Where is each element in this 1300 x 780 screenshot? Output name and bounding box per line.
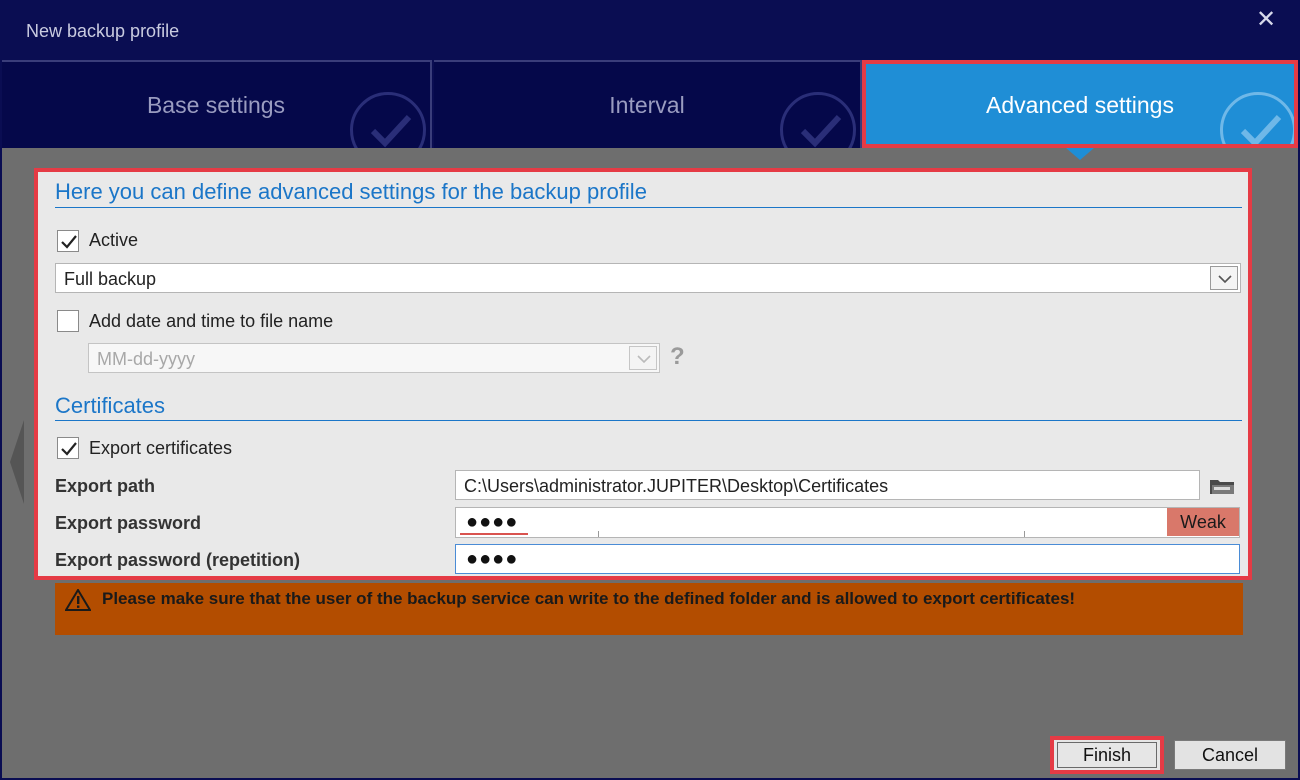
add-date-label: Add date and time to file name — [89, 311, 334, 331]
export-password-repeat-label: Export password (repetition) — [55, 550, 301, 570]
export-certificates-label: Export certificates — [89, 438, 233, 458]
password-mask: ●●●● — [466, 548, 519, 570]
backup-type-value: Full backup — [64, 269, 157, 289]
window-title: New backup profile — [26, 21, 180, 41]
date-format-select[interactable]: MM-dd-yyyy — [88, 343, 660, 373]
strength-tick — [598, 531, 599, 537]
export-path-input[interactable]: C:\Users\administrator.JUPITER\Desktop\C… — [455, 470, 1200, 500]
active-label: Active — [89, 230, 139, 250]
finish-button[interactable]: Finish — [1050, 736, 1164, 774]
finish-button-focus — [1057, 742, 1157, 768]
export-certificates-checkbox[interactable] — [57, 437, 79, 459]
active-tab-pointer — [1066, 148, 1094, 160]
active-checkbox[interactable] — [57, 230, 79, 252]
warning-icon — [64, 588, 92, 616]
password-mask: ●●●● — [466, 511, 519, 533]
date-format-placeholder: MM-dd-yyyy — [97, 349, 195, 369]
password-strength-badge: Weak — [1167, 508, 1239, 536]
title-bar: New backup profile ✕ — [0, 0, 1300, 60]
chevron-down-icon — [629, 346, 657, 370]
warning-banner: Please make sure that the user of the ba… — [55, 583, 1243, 635]
export-password-repeat-input[interactable]: ●●●● — [455, 544, 1240, 574]
advanced-settings-heading: Here you can define advanced settings fo… — [55, 179, 647, 204]
backup-type-select[interactable]: Full backup — [55, 263, 1241, 293]
close-button[interactable]: ✕ — [1254, 8, 1278, 34]
previous-step-arrow[interactable] — [10, 420, 24, 504]
tab-interval[interactable]: Interval — [434, 60, 862, 148]
warning-text: Please make sure that the user of the ba… — [102, 589, 1076, 608]
export-path-value: C:\Users\administrator.JUPITER\Desktop\C… — [464, 476, 889, 496]
folder-icon[interactable] — [1208, 476, 1236, 496]
tab-base-settings[interactable]: Base settings — [2, 60, 432, 148]
strength-tick — [1024, 531, 1025, 537]
section-divider — [55, 420, 1242, 421]
section-divider — [55, 207, 1242, 208]
export-path-label: Export path — [55, 476, 156, 496]
wizard-tabs: Base settings Interval Advanced settings — [0, 60, 1300, 148]
export-password-input[interactable]: ●●●● Weak — [455, 507, 1240, 538]
cancel-button[interactable]: Cancel — [1174, 740, 1286, 770]
add-date-checkbox[interactable] — [57, 310, 79, 332]
export-password-label: Export password — [55, 513, 202, 533]
backup-profile-window: New backup profile ✕ Base settings Inter… — [0, 0, 1300, 780]
cancel-button-label: Cancel — [1201, 745, 1259, 765]
certificates-heading: Certificates — [55, 393, 166, 418]
chevron-down-icon — [1210, 266, 1238, 290]
help-icon[interactable]: ? — [670, 343, 685, 371]
password-strength-bar — [460, 533, 528, 535]
tab-advanced-settings[interactable]: Advanced settings — [862, 60, 1298, 148]
